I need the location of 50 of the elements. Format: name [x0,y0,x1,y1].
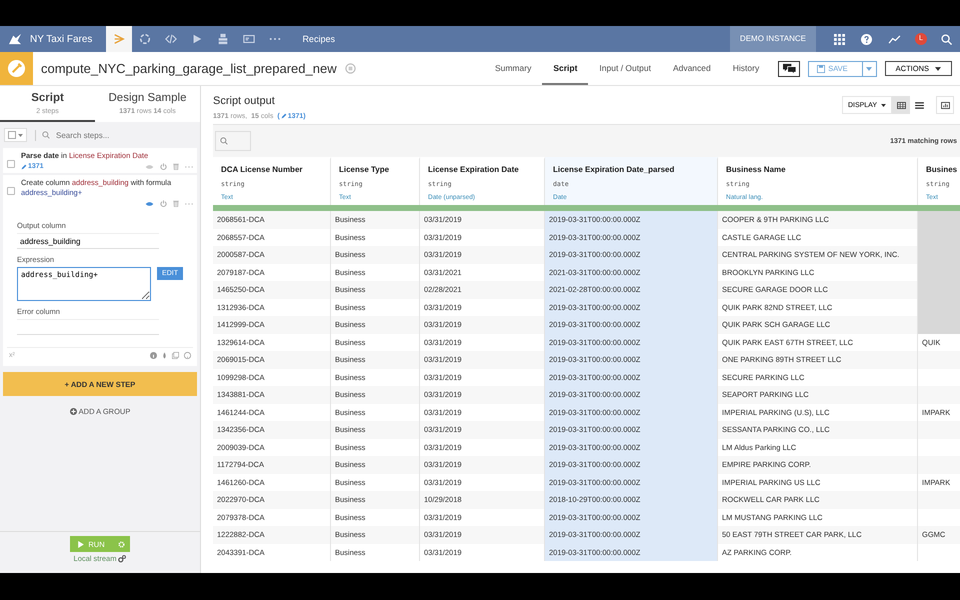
edit-circle-icon[interactable] [344,63,356,74]
output-column-field[interactable]: address_building [17,233,159,249]
help-icon[interactable] [184,352,191,359]
step-checkbox[interactable] [7,160,15,168]
instance-label: DEMO INSTANCE [730,26,816,52]
gear-icon [118,540,125,548]
table-search-field[interactable] [215,131,251,151]
discussion-button[interactable] [778,60,800,76]
info-icon[interactable] [150,352,157,359]
plus-circle-icon [70,408,77,415]
power-icon[interactable] [160,163,167,170]
table-grid-icon [896,102,906,108]
recipe-title: compute_NYC_parking_garage_list_prepared_new [41,61,337,76]
eye-icon[interactable] [145,200,154,206]
eye-icon[interactable] [145,164,154,170]
trash-icon[interactable] [173,163,179,170]
pencil-icon [21,164,27,170]
drop-icon[interactable] [162,352,167,359]
power-icon[interactable] [160,200,167,207]
table-view-button[interactable] [892,96,910,114]
recipes-link[interactable]: Recipes [302,34,335,44]
chart-view-button[interactable] [936,96,954,114]
bar-chart-icon [940,102,950,108]
copy-icon[interactable] [172,352,179,359]
apps-grid-icon[interactable] [834,34,845,44]
caret-icon [18,134,23,136]
play-icon [78,540,84,548]
step-checkbox[interactable] [7,187,15,195]
help-icon[interactable] [861,34,872,44]
recipe-tab[interactable]: Advanced [662,52,722,85]
project-name[interactable]: NY Taxi Fares [30,34,92,44]
search-icon [42,131,50,139]
trend-line-icon[interactable] [888,34,901,44]
search-icon[interactable] [941,34,952,44]
recipe-tab[interactable]: Script [542,52,588,85]
pencil-icon [280,113,287,119]
caret-icon [866,66,872,70]
caret-icon [935,66,941,70]
recipe-tab[interactable]: Summary [484,52,542,85]
trash-icon[interactable] [173,200,179,207]
list-icon [914,102,924,108]
output-title: Script output [213,94,276,106]
flow-nav-icon[interactable] [106,26,132,52]
select-all-dropdown[interactable] [4,128,27,142]
recipe-tab[interactable]: Input / Output [588,52,662,85]
recipe-tab[interactable]: History [722,52,770,85]
search-icon [220,137,228,145]
gears-icon [118,554,126,562]
search-steps-field[interactable]: Search steps... [54,130,178,140]
caret-icon [881,104,886,106]
